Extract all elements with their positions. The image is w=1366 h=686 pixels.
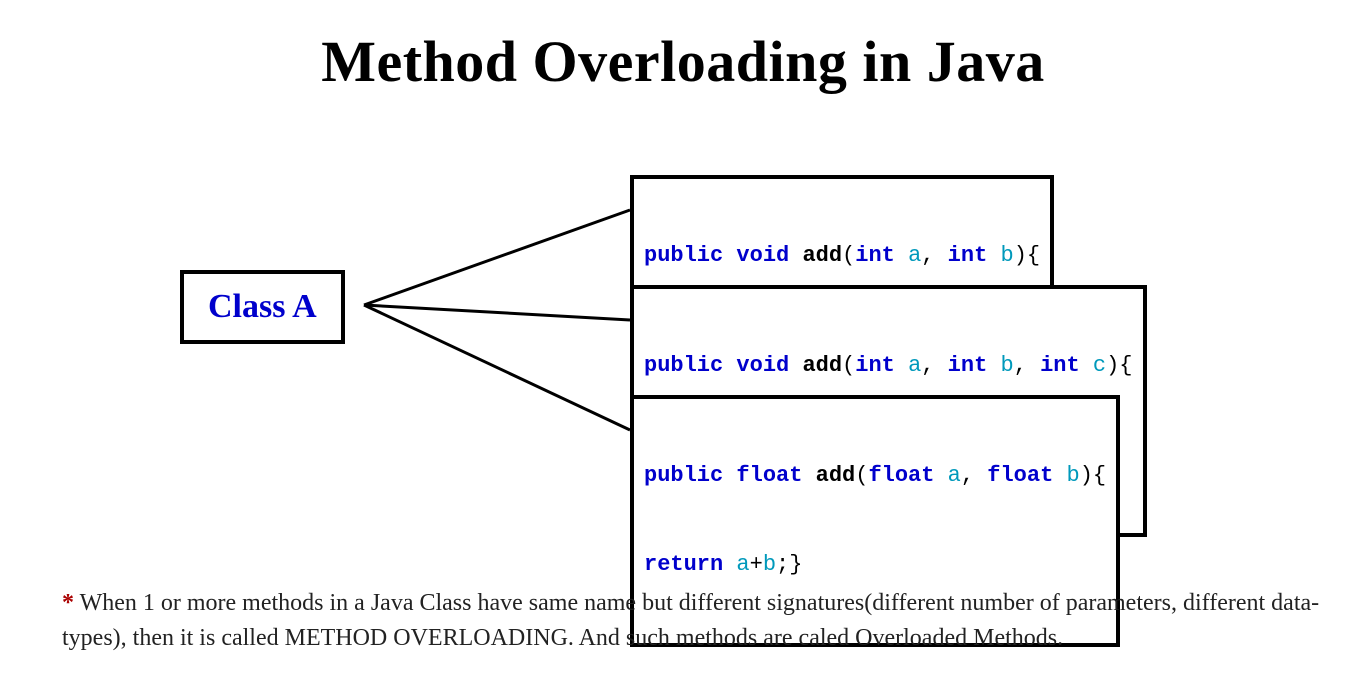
footnote-text: When 1 or more methods in a Java Class h… [62,590,1319,651]
footnote: * When 1 or more methods in a Java Class… [62,586,1326,656]
page-title: Method Overloading in Java [0,0,1366,95]
footnote-asterisk: * [62,590,74,616]
method-signature: public float add(float a, float b){ [644,461,1106,491]
diagram-area: Class A public void add(int a, int b){ S… [0,135,1366,515]
class-box: Class A [180,270,345,344]
method-signature: public void add(int a, int b){ [644,241,1040,271]
method-signature: public void add(int a, int b, int c){ [644,351,1133,381]
method-body: return a+b;} [644,550,1106,580]
